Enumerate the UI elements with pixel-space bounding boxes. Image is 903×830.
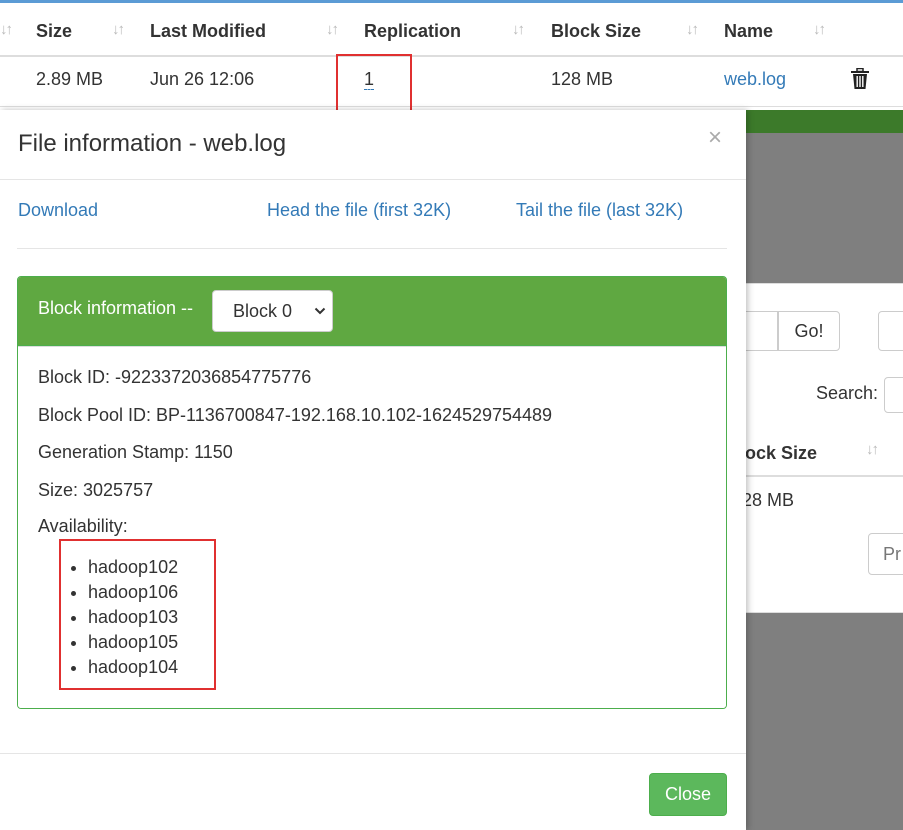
search-label: Search: — [816, 383, 879, 403]
search-input[interactable] — [884, 377, 903, 413]
cell-block-size: 28 MB — [746, 490, 795, 510]
file-information-modal: File information - web.log × Download He… — [0, 110, 746, 830]
close-icon[interactable]: × — [708, 126, 722, 150]
modal-backdrop[interactable]: Go! Search: lock Size ↓↑ 28 MB Pr — [746, 133, 903, 830]
column-header-replication[interactable]: Replication — [364, 21, 461, 42]
block-size: Size: 3025757 — [38, 480, 154, 500]
file-actions: Download Head the file (first 32K) Tail … — [0, 180, 746, 248]
sort-icon[interactable]: ↓↑ — [512, 21, 525, 38]
file-table-header: ↓↑ Size ↓↑ Last Modified ↓↑ Replication … — [0, 3, 903, 57]
column-header-block-size[interactable]: lock Size — [746, 443, 817, 464]
cell-block-size: 128 MB — [551, 69, 614, 89]
background-green-band — [746, 110, 903, 133]
generation-stamp: Generation Stamp: 1150 — [38, 442, 233, 462]
column-header-last-modified[interactable]: Last Modified — [150, 21, 266, 42]
panel-title: Block information -- — [38, 298, 194, 318]
sort-icon[interactable]: ↓↑ — [326, 21, 339, 38]
column-header-name[interactable]: Name — [724, 21, 773, 42]
block-information-panel: Block information -- Block 0 Block ID: -… — [17, 276, 727, 709]
background-path-input[interactable] — [746, 311, 778, 351]
cell-size: 2.89 MB — [36, 69, 104, 89]
panel-body: Block ID: -9223372036854775776 Block Poo… — [18, 346, 726, 708]
sort-icon[interactable]: ↓↑ — [0, 21, 13, 38]
modal-header: File information - web.log × — [0, 110, 746, 180]
column-header-size[interactable]: Size — [36, 21, 72, 42]
go-button[interactable]: Go! — [778, 311, 840, 351]
background-toolbar-button[interactable] — [878, 311, 903, 351]
cell-last-modified: Jun 26 12:06 — [150, 69, 255, 89]
tail-file-link[interactable]: Tail the file (last 32K) — [516, 200, 683, 221]
block-select[interactable]: Block 0 — [212, 290, 333, 332]
block-pool-id: Block Pool ID: BP-1136700847-192.168.10.… — [38, 405, 553, 425]
divider — [0, 753, 746, 754]
highlight-box-replication — [336, 54, 412, 112]
column-header-block-size[interactable]: Block Size — [551, 21, 641, 42]
sort-icon[interactable]: ↓↑ — [813, 21, 826, 38]
previous-page-button[interactable]: Pr — [868, 533, 903, 575]
close-button[interactable]: Close — [649, 773, 727, 816]
modal-title: File information - web.log — [18, 130, 287, 157]
table-row: 2.89 MB Jun 26 12:06 128 MB web.log — [0, 57, 903, 107]
head-file-link[interactable]: Head the file (first 32K) — [267, 200, 451, 221]
availability-label: Availability: — [38, 516, 128, 536]
trash-icon[interactable] — [850, 68, 870, 90]
block-id: Block ID: -9223372036854775776 — [38, 367, 312, 387]
sort-icon[interactable]: ↓↑ — [112, 21, 125, 38]
divider — [746, 475, 903, 477]
download-link[interactable]: Download — [18, 200, 98, 221]
divider — [17, 248, 727, 249]
file-name-link[interactable]: web.log — [724, 69, 786, 90]
sort-icon[interactable]: ↓↑ — [686, 21, 699, 38]
highlight-box-availability — [59, 539, 216, 690]
chevron-down-icon — [314, 307, 326, 315]
sort-icon[interactable]: ↓↑ — [866, 441, 879, 458]
panel-header: Block information -- Block 0 — [18, 277, 726, 346]
block-select-value: Block 0 — [233, 301, 293, 321]
